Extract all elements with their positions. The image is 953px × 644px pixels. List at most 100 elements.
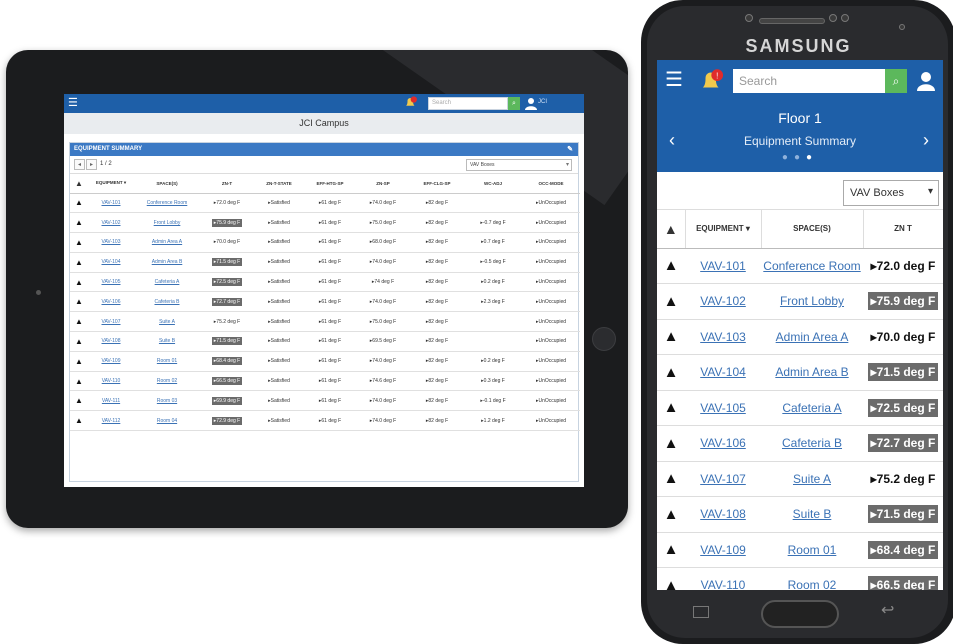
column-header[interactable]: ZN-T bbox=[200, 174, 254, 194]
space-link[interactable]: Admin Area A bbox=[761, 319, 863, 355]
equipment-link[interactable]: VAV-104 bbox=[88, 252, 134, 273]
phone-home-button[interactable] bbox=[761, 600, 839, 628]
alarm-triangle-icon[interactable]: ▲ bbox=[70, 193, 88, 214]
column-header[interactable]: WC-ADJ bbox=[464, 174, 522, 194]
table-row[interactable]: ▲ VAV-109 Room 01 ▸68.4 deg F ▸Satisfied ▸61 … bbox=[70, 351, 580, 372]
space-link[interactable]: Conference Room bbox=[134, 193, 200, 214]
equipment-link[interactable]: VAV-106 bbox=[685, 425, 761, 462]
space-link[interactable]: Admin Area B bbox=[134, 252, 200, 273]
search-input[interactable]: Search bbox=[733, 69, 885, 93]
pencil-icon[interactable]: ✎ bbox=[567, 143, 573, 156]
column-header[interactable]: ZN T bbox=[863, 210, 943, 249]
table-row[interactable]: ▲ VAV-101 Conference Room ▸72.0 deg F bbox=[657, 248, 943, 284]
equipment-link[interactable]: VAV-107 bbox=[685, 461, 761, 497]
column-header[interactable]: SPACE(S) bbox=[761, 210, 864, 249]
column-header[interactable]: EQUIPMENT ▾ bbox=[685, 210, 762, 249]
space-link[interactable]: Conference Room bbox=[761, 248, 863, 284]
table-row[interactable]: ▲ VAV-104 Admin Area B ▸71.5 deg F bbox=[657, 354, 943, 391]
alarm-triangle-icon[interactable]: ▲ bbox=[657, 496, 685, 533]
equipment-link[interactable]: VAV-112 bbox=[88, 410, 134, 432]
space-link[interactable]: Suite A bbox=[761, 461, 863, 497]
equipment-link[interactable]: VAV-109 bbox=[685, 532, 761, 568]
back-icon[interactable]: ↩ bbox=[881, 600, 894, 620]
prev-page-button[interactable]: ◂ bbox=[74, 159, 85, 170]
space-link[interactable]: Cafeteria A bbox=[134, 272, 200, 293]
space-link[interactable]: Front Lobby bbox=[134, 212, 200, 234]
space-link[interactable]: Room 02 bbox=[134, 371, 200, 392]
equipment-link[interactable]: VAV-111 bbox=[88, 390, 134, 412]
column-header[interactable]: SPACE(S) bbox=[134, 174, 200, 194]
equipment-link[interactable]: VAV-108 bbox=[88, 331, 134, 352]
alarm-triangle-icon[interactable]: ▲ bbox=[70, 212, 88, 234]
space-link[interactable]: Admin Area A bbox=[134, 232, 200, 253]
space-link[interactable]: Cafeteria B bbox=[134, 291, 200, 313]
phone-menu-button[interactable] bbox=[693, 606, 709, 618]
alarm-triangle-icon[interactable]: ▲ bbox=[657, 532, 685, 568]
table-row[interactable]: ▲ VAV-110 Room 02 ▸66.5 deg F ▸Satisfied ▸61 … bbox=[70, 371, 580, 392]
alarm-triangle-icon[interactable]: ▲ bbox=[70, 331, 88, 352]
table-row[interactable]: ▲ VAV-103 Admin Area A ▸70.0 deg F bbox=[657, 319, 943, 355]
space-link[interactable]: Room 01 bbox=[134, 351, 200, 372]
carousel-dots[interactable]: ●●● bbox=[657, 152, 943, 163]
alarm-triangle-icon[interactable]: ▲ bbox=[70, 272, 88, 293]
alarm-triangle-icon[interactable]: ▲ bbox=[657, 248, 685, 284]
user-icon[interactable] bbox=[524, 97, 538, 110]
equipment-link[interactable]: VAV-106 bbox=[88, 291, 134, 313]
equipment-link[interactable]: VAV-110 bbox=[88, 371, 134, 392]
column-header[interactable]: EQUIPMENT ▾ bbox=[88, 174, 134, 194]
alarm-triangle-icon[interactable]: ▲ bbox=[657, 283, 685, 320]
space-link[interactable]: Room 04 bbox=[134, 410, 200, 432]
alarm-triangle-icon[interactable]: ▲ bbox=[657, 461, 685, 497]
equipment-link[interactable]: VAV-107 bbox=[88, 311, 134, 333]
space-link[interactable]: Admin Area B bbox=[761, 354, 863, 391]
equipment-link[interactable]: VAV-104 bbox=[685, 354, 761, 391]
equipment-link[interactable]: VAV-103 bbox=[685, 319, 761, 355]
space-link[interactable]: Suite B bbox=[761, 496, 863, 533]
alarm-triangle-icon[interactable]: ▲ bbox=[657, 425, 685, 462]
chevron-right-icon[interactable]: › bbox=[923, 130, 929, 151]
alarm-triangle-icon[interactable]: ▲ bbox=[70, 291, 88, 313]
equipment-link[interactable]: VAV-110 bbox=[685, 567, 761, 590]
table-row[interactable]: ▲ VAV-107 Suite A ▸75.2 deg F ▸Satisfied ▸61 … bbox=[70, 311, 580, 333]
equipment-link[interactable]: VAV-109 bbox=[88, 351, 134, 372]
alarm-triangle-icon[interactable]: ▲ bbox=[657, 319, 685, 355]
column-header[interactable]: EFF-HTG-SP bbox=[304, 174, 356, 194]
alarm-triangle-icon[interactable]: ▲ bbox=[657, 567, 685, 590]
equipment-link[interactable]: VAV-101 bbox=[685, 248, 761, 284]
column-header[interactable]: OCC-MODE bbox=[522, 174, 580, 194]
table-row[interactable]: ▲ VAV-104 Admin Area B ▸71.5 deg F ▸Satisfie… bbox=[70, 252, 580, 273]
equipment-type-select[interactable]: VAV Boxes bbox=[843, 180, 939, 206]
table-row[interactable]: ▲ VAV-107 Suite A ▸75.2 deg F bbox=[657, 461, 943, 497]
space-link[interactable]: Room 02 bbox=[761, 567, 863, 590]
table-row[interactable]: ▲ VAV-111 Room 03 ▸69.9 deg F ▸Satisfied ▸61 … bbox=[70, 390, 580, 412]
alarm-triangle-icon[interactable]: ▲ bbox=[70, 351, 88, 372]
bell-icon[interactable] bbox=[404, 96, 418, 110]
column-header[interactable]: ZN-SP bbox=[356, 174, 410, 194]
space-link[interactable]: Room 03 bbox=[134, 390, 200, 412]
username-label[interactable]: JCI bbox=[538, 99, 547, 105]
alarm-triangle-icon[interactable]: ▲ bbox=[70, 232, 88, 253]
column-header[interactable]: ZN-T-STATE bbox=[254, 174, 304, 194]
table-row[interactable]: ▲ VAV-108 Suite B ▸71.5 deg F ▸Satisfied ▸61 … bbox=[70, 331, 580, 352]
equipment-type-select[interactable]: VAV Boxes bbox=[466, 159, 572, 171]
carousel-dot[interactable]: ● bbox=[794, 152, 806, 163]
equipment-link[interactable]: VAV-101 bbox=[88, 193, 134, 214]
table-row[interactable]: ▲ VAV-105 Cafeteria A ▸72.5 deg F ▸Satisfied… bbox=[70, 272, 580, 293]
bell-icon[interactable]: ! bbox=[699, 68, 725, 94]
equipment-link[interactable]: VAV-105 bbox=[88, 272, 134, 293]
table-row[interactable]: ▲ VAV-101 Conference Room ▸72.0 deg F ▸Satis… bbox=[70, 193, 580, 214]
alarm-triangle-icon[interactable]: ▲ bbox=[70, 311, 88, 333]
equipment-link[interactable]: VAV-102 bbox=[88, 212, 134, 234]
menu-icon[interactable]: ☰ bbox=[665, 70, 683, 90]
menu-icon[interactable]: ☰ bbox=[68, 98, 78, 109]
table-row[interactable]: ▲ VAV-102 Front Lobby ▸75.9 deg F bbox=[657, 283, 943, 320]
space-link[interactable]: Cafeteria B bbox=[761, 425, 863, 462]
alarm-triangle-icon[interactable]: ▲ bbox=[70, 410, 88, 432]
alarm-triangle-icon[interactable]: ▲ bbox=[657, 390, 685, 426]
table-row[interactable]: ▲ VAV-103 Admin Area A ▸70.0 deg F ▸Satisfie… bbox=[70, 232, 580, 253]
equipment-link[interactable]: VAV-102 bbox=[685, 283, 761, 320]
carousel-dot-active[interactable]: ● bbox=[806, 152, 818, 163]
space-link[interactable]: Cafeteria A bbox=[761, 390, 863, 426]
space-link[interactable]: Suite A bbox=[134, 311, 200, 333]
table-row[interactable]: ▲ VAV-112 Room 04 ▸72.9 deg F ▸Satisfied ▸61 … bbox=[70, 410, 580, 432]
